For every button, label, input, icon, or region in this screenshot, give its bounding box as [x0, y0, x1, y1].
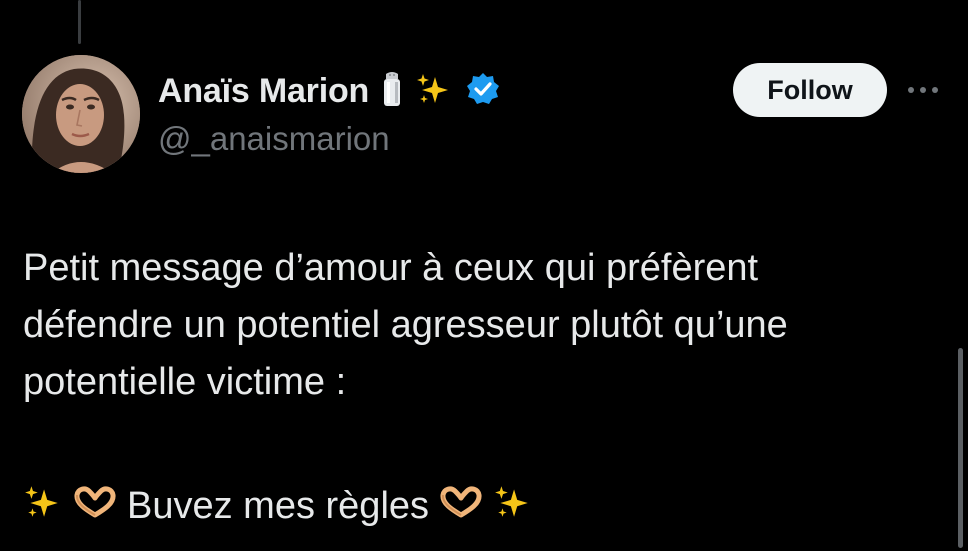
tweet-text-line: potentielle victime : [23, 361, 347, 403]
more-options-button[interactable] [903, 78, 943, 102]
salt-shaker-icon [381, 70, 403, 113]
author-display-name[interactable]: Anaïs Marion [158, 72, 369, 111]
tweet-text-line: défendre un potentiel agresseur plutôt q… [23, 304, 788, 346]
follow-button[interactable]: Follow [733, 63, 887, 117]
closing-text: Buvez mes règles [127, 485, 430, 527]
heart-hands-icon [73, 485, 117, 529]
sparkles-icon [23, 483, 63, 531]
sparkles-icon [415, 71, 453, 112]
tweet-body: Petit message d’amour à ceux qui préfère… [23, 240, 943, 411]
more-horizontal-icon [905, 81, 941, 99]
tweet-screen: Anaïs Marion @_anaismarion Follow Petit … [0, 0, 968, 551]
sparkles-icon [493, 483, 533, 531]
thread-connector-line [78, 0, 81, 44]
heart-hands-icon [439, 485, 483, 529]
tweet-text-line: Petit message d’amour à ceux qui préfère… [23, 247, 759, 289]
scrollbar[interactable] [958, 348, 963, 548]
tweet-closing-line: Buvez mes règles [23, 478, 533, 535]
avatar[interactable] [22, 55, 140, 173]
author-name-row: Anaïs Marion [158, 68, 501, 114]
author-handle[interactable]: @_anaismarion [158, 120, 390, 158]
verified-badge-icon[interactable] [465, 71, 501, 112]
